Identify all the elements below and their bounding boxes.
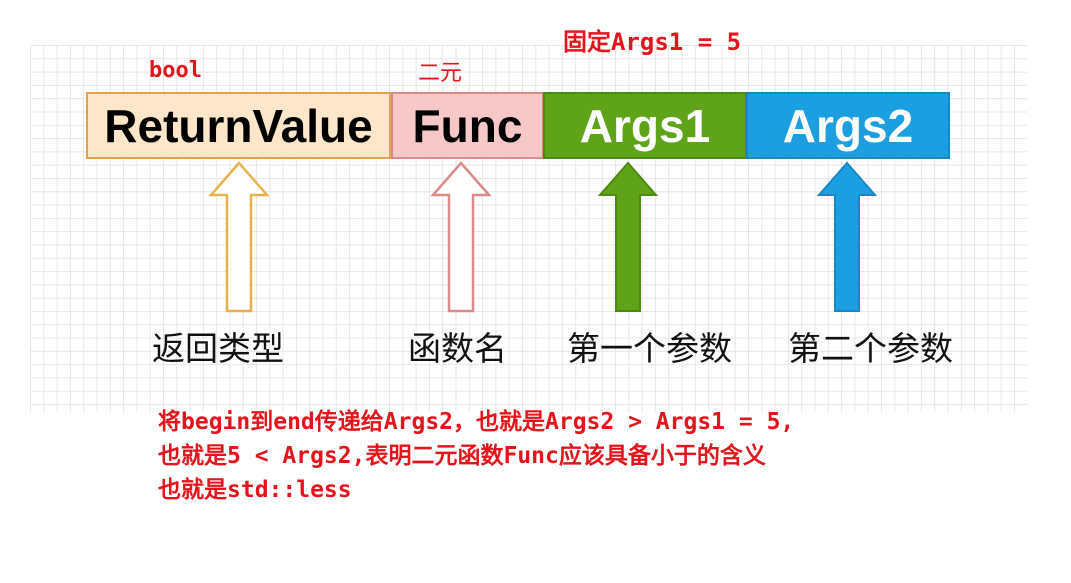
return-type-arrow-icon xyxy=(208,161,270,313)
args2-box: Args2 xyxy=(746,92,950,159)
func-name-label: 函数名 xyxy=(408,329,507,368)
note-line-1: 将begin到end传递给Args2，也就是Args2 > Args1 = 5, xyxy=(158,409,795,435)
note-line-3: 也就是std::less xyxy=(158,477,352,503)
first-param-label: 第一个参数 xyxy=(567,329,732,368)
return-type-annotation: bool xyxy=(149,58,202,83)
note-line-2: 也就是5 < Args2,表明二元函数Func应该具备小于的含义 xyxy=(158,443,766,469)
fixed-arg-annotation: 固定Args1 = 5 xyxy=(563,28,742,56)
second-param-arrow-icon xyxy=(816,161,878,312)
args1-box: Args1 xyxy=(543,92,747,159)
func-box: Func xyxy=(391,92,544,159)
second-param-label: 第二个参数 xyxy=(788,329,953,368)
first-param-arrow-icon xyxy=(597,161,659,312)
explanation-note: 将begin到end传递给Args2，也就是Args2 > Args1 = 5,… xyxy=(158,405,794,507)
return-value-box: ReturnValue xyxy=(86,92,391,159)
func-kind-annotation: 二元 xyxy=(418,61,463,86)
return-type-label: 返回类型 xyxy=(152,329,284,368)
func-name-arrow-icon xyxy=(430,161,492,313)
